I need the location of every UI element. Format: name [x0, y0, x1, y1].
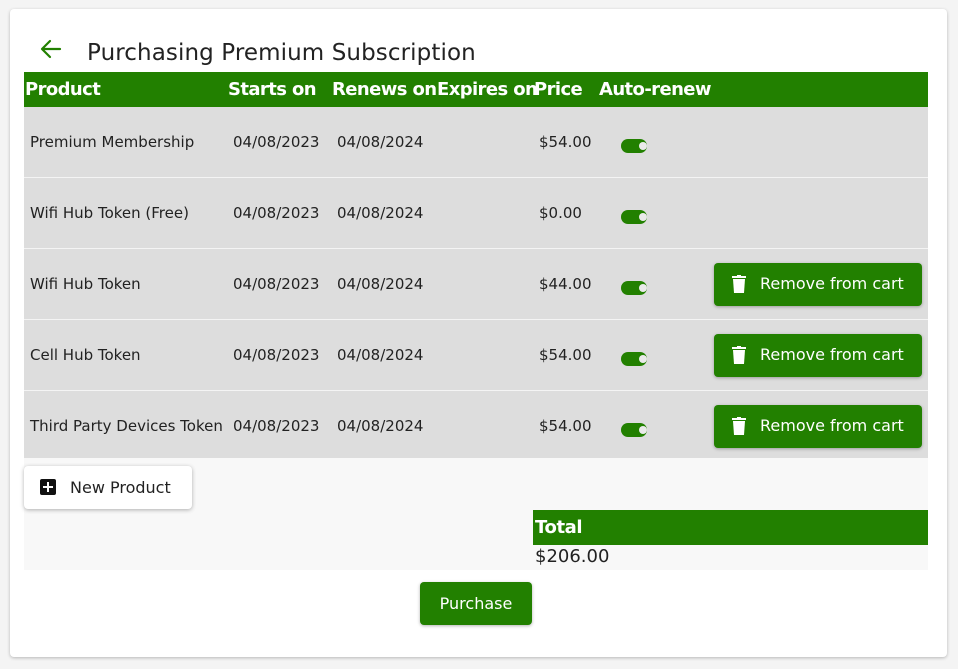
remove-from-cart-label: Remove from cart: [760, 274, 904, 293]
total-label: Total: [535, 517, 583, 538]
column-header-expires-on: Expires on: [437, 79, 538, 100]
auto-renew-toggle[interactable]: [621, 352, 647, 366]
table-row: Premium Membership 04/08/2023 04/08/2024…: [24, 107, 928, 178]
renews-on-date: 04/08/2024: [337, 275, 424, 293]
renews-on-date: 04/08/2024: [337, 133, 424, 151]
new-product-button[interactable]: New Product: [24, 466, 192, 509]
remove-from-cart-label: Remove from cart: [760, 416, 904, 435]
remove-from-cart-button[interactable]: Remove from cart: [714, 334, 922, 377]
starts-on-date: 04/08/2023: [233, 417, 320, 435]
subscription-card: Purchasing Premium Subscription Product …: [10, 9, 947, 657]
back-button[interactable]: [38, 36, 64, 62]
auto-renew-toggle[interactable]: [621, 423, 647, 437]
product-name: Wifi Hub Token: [30, 275, 141, 293]
table-header: Product Starts on Renews on Expires on P…: [24, 72, 928, 107]
remove-from-cart-button[interactable]: Remove from cart: [714, 263, 922, 306]
starts-on-date: 04/08/2023: [233, 204, 320, 222]
renews-on-date: 04/08/2024: [337, 346, 424, 364]
new-product-label: New Product: [70, 478, 171, 497]
table-row: Cell Hub Token 04/08/2023 04/08/2024 $54…: [24, 320, 928, 391]
column-header-price: Price: [534, 79, 583, 100]
product-name: Third Party Devices Token: [30, 417, 223, 435]
plus-square-icon: [40, 479, 56, 495]
auto-renew-toggle[interactable]: [621, 139, 647, 153]
trash-icon: [732, 346, 746, 364]
total-value: $206.00: [535, 546, 610, 567]
starts-on-date: 04/08/2023: [233, 275, 320, 293]
product-name: Wifi Hub Token (Free): [30, 204, 189, 222]
remove-from-cart-button[interactable]: Remove from cart: [714, 405, 922, 448]
column-header-product: Product: [25, 79, 101, 100]
renews-on-date: 04/08/2024: [337, 417, 424, 435]
column-header-auto-renew: Auto-renew: [599, 79, 712, 100]
page-title: Purchasing Premium Subscription: [87, 40, 476, 66]
starts-on-date: 04/08/2023: [233, 346, 320, 364]
remove-from-cart-label: Remove from cart: [760, 345, 904, 364]
total-header: Total: [533, 510, 928, 545]
auto-renew-toggle[interactable]: [621, 210, 647, 224]
column-header-renews-on: Renews on: [332, 79, 437, 100]
purchase-button[interactable]: Purchase: [420, 582, 532, 625]
table-row: Wifi Hub Token 04/08/2023 04/08/2024 $44…: [24, 249, 928, 320]
arrow-left-icon: [40, 39, 62, 59]
table-row: Wifi Hub Token (Free) 04/08/2023 04/08/2…: [24, 178, 928, 249]
auto-renew-toggle[interactable]: [621, 281, 647, 295]
price: $0.00: [539, 204, 582, 222]
starts-on-date: 04/08/2023: [233, 133, 320, 151]
price: $54.00: [539, 133, 592, 151]
column-header-starts-on: Starts on: [228, 79, 317, 100]
product-name: Premium Membership: [30, 133, 195, 151]
price: $54.00: [539, 346, 592, 364]
price: $44.00: [539, 275, 592, 293]
product-name: Cell Hub Token: [30, 346, 141, 364]
price: $54.00: [539, 417, 592, 435]
table-row: Third Party Devices Token 04/08/2023 04/…: [24, 391, 928, 461]
trash-icon: [732, 275, 746, 293]
cart-table-body: Premium Membership 04/08/2023 04/08/2024…: [24, 107, 928, 461]
trash-icon: [732, 417, 746, 435]
renews-on-date: 04/08/2024: [337, 204, 424, 222]
